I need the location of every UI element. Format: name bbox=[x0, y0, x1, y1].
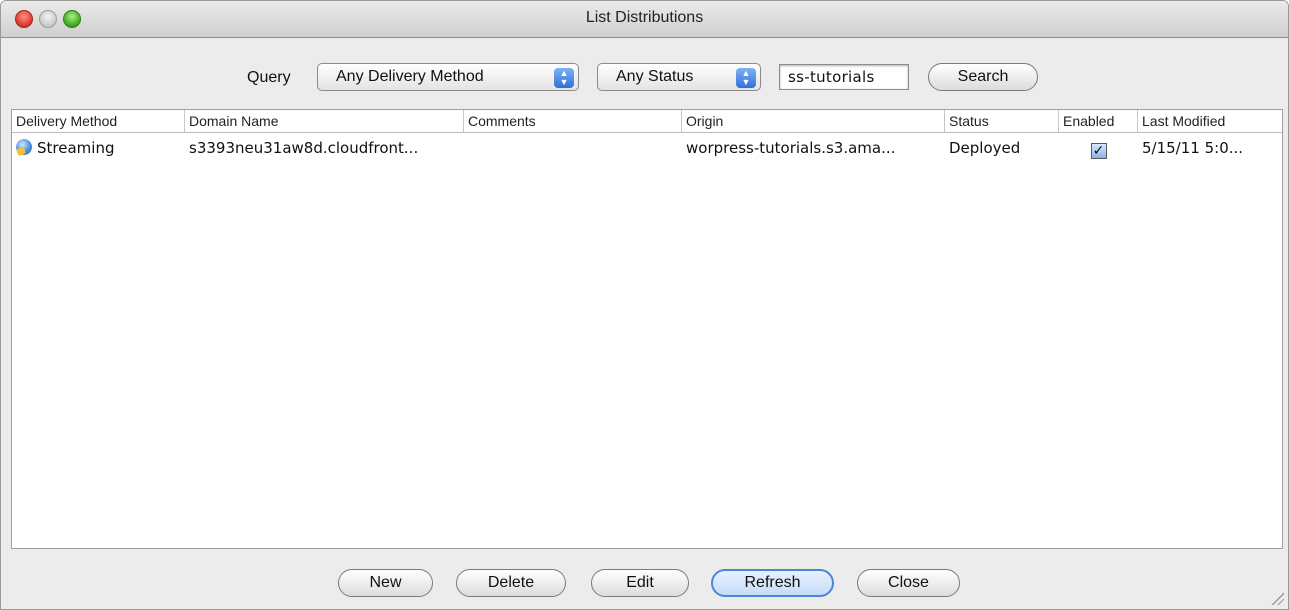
table-header: Delivery Method Domain Name Comments Ori… bbox=[12, 110, 1282, 133]
up-down-arrows-icon: ▲ ▼ bbox=[554, 68, 574, 88]
column-header-last-modified[interactable]: Last Modified bbox=[1138, 110, 1282, 132]
delivery-method-value: Any Delivery Method bbox=[336, 68, 484, 85]
column-header-status[interactable]: Status bbox=[945, 110, 1059, 132]
query-label: Query bbox=[247, 69, 291, 86]
cell-last-modified: 5/15/11 5:0... bbox=[1142, 139, 1244, 157]
column-header-origin[interactable]: Origin bbox=[682, 110, 945, 132]
cell-enabled: ✓ bbox=[1059, 136, 1138, 160]
status-value: Any Status bbox=[616, 68, 694, 85]
close-button[interactable]: Close bbox=[857, 569, 960, 597]
delete-button[interactable]: Delete bbox=[456, 569, 566, 597]
new-button[interactable]: New bbox=[338, 569, 433, 597]
streaming-distribution-icon bbox=[16, 139, 32, 155]
search-button[interactable]: Search bbox=[928, 63, 1038, 91]
enabled-checkbox[interactable]: ✓ bbox=[1090, 143, 1107, 159]
search-input[interactable]: ss-tutorials bbox=[779, 64, 909, 90]
title-bar[interactable]: List Distributions bbox=[1, 1, 1288, 38]
column-header-comments[interactable]: Comments bbox=[464, 110, 682, 132]
action-bar: New Delete Edit Refresh Close bbox=[1, 569, 1288, 599]
table-row[interactable]: Streaming s3393neu31aw8d.cloudfront... w… bbox=[12, 136, 1282, 160]
list-distributions-window: List Distributions Query Any Delivery Me… bbox=[0, 0, 1289, 610]
cell-status: Deployed bbox=[949, 139, 1021, 157]
query-bar: Query Any Delivery Method ▲ ▼ Any Status … bbox=[1, 63, 1288, 93]
delivery-method-text: Streaming bbox=[37, 139, 115, 157]
refresh-button[interactable]: Refresh bbox=[711, 569, 834, 597]
cell-delivery-method: Streaming bbox=[12, 136, 185, 160]
up-down-arrows-icon: ▲ ▼ bbox=[736, 68, 756, 88]
column-header-enabled[interactable]: Enabled bbox=[1059, 110, 1138, 132]
cell-comments bbox=[464, 136, 682, 160]
cell-origin: worpress-tutorials.s3.ama... bbox=[686, 139, 896, 157]
column-header-domain-name[interactable]: Domain Name bbox=[185, 110, 464, 132]
edit-button[interactable]: Edit bbox=[591, 569, 689, 597]
status-select[interactable]: Any Status ▲ ▼ bbox=[597, 63, 761, 91]
delivery-method-select[interactable]: Any Delivery Method ▲ ▼ bbox=[317, 63, 579, 91]
cell-domain-name: s3393neu31aw8d.cloudfront... bbox=[189, 139, 419, 157]
column-header-delivery-method[interactable]: Delivery Method bbox=[12, 110, 185, 132]
resize-grip-icon[interactable] bbox=[1270, 591, 1284, 605]
window-title: List Distributions bbox=[585, 9, 704, 26]
distributions-table[interactable]: Delivery Method Domain Name Comments Ori… bbox=[11, 109, 1283, 549]
